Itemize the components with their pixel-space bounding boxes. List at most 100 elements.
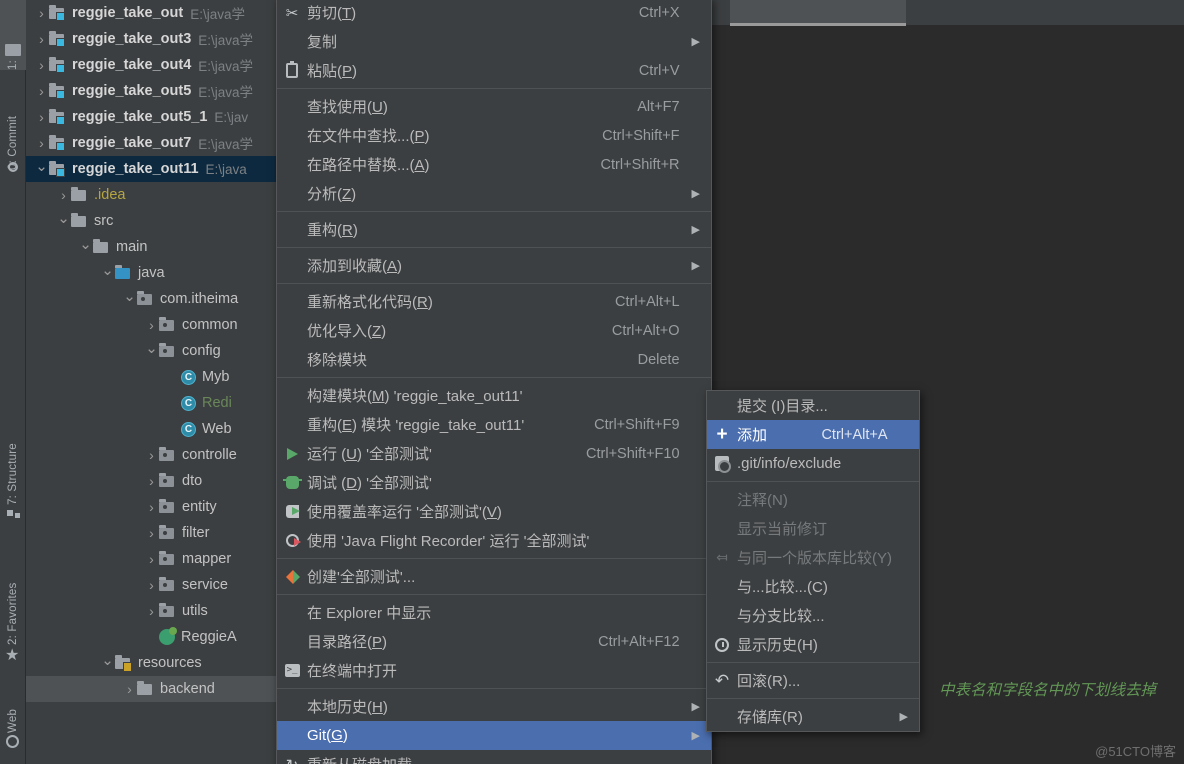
context-menu-item[interactable]: 在 Explorer 中显示▶	[277, 598, 711, 627]
git-submenu-item[interactable]: +添加Ctrl+Alt+A▶	[707, 420, 919, 449]
tree-expand-arrow[interactable]: ›	[144, 474, 159, 489]
tree-expand-arrow[interactable]: ⌄	[100, 263, 115, 281]
tree-expand-arrow[interactable]: ›	[144, 604, 159, 619]
context-menu-item[interactable]: 重构(R) ▶	[277, 215, 711, 244]
tree-expand-arrow[interactable]: ›	[34, 6, 49, 21]
tree-row[interactable]: ⌄ java	[26, 260, 278, 286]
context-menu-item[interactable]: 创建'全部测试'...▶	[277, 562, 711, 591]
context-menu-item[interactable]: 粘贴(P)Ctrl+V▶	[277, 56, 711, 85]
context-menu-item[interactable]: 目录路径(P)Ctrl+Alt+F12▶	[277, 627, 711, 656]
tool-window-strip[interactable]: 1: 项 0: Commit 7: Structure 2: Favorites…	[0, 0, 26, 764]
tree-expand-arrow[interactable]: ›	[144, 552, 159, 567]
menu-separator	[707, 662, 919, 663]
context-menu-item[interactable]: 调试 (D) '全部测试'▶	[277, 468, 711, 497]
tree-row[interactable]: › backend	[26, 676, 278, 702]
tree-row[interactable]: › reggie_take_out7 E:\java学	[26, 130, 278, 156]
context-menu-item[interactable]: 在文件中查找...(P)Ctrl+Shift+F▶	[277, 121, 711, 150]
tree-row[interactable]: ⌄ reggie_take_out11 E:\java	[26, 156, 278, 182]
tree-row[interactable]: ⌄ config	[26, 338, 278, 364]
git-submenu-item[interactable]: 与...比较...(C)▶	[707, 572, 919, 601]
tree-expand-arrow[interactable]: ›	[34, 84, 49, 99]
context-menu-item[interactable]: 重新格式化代码(R)Ctrl+Alt+L▶	[277, 287, 711, 316]
git-submenu-item[interactable]: ↶回滚(R)...▶	[707, 666, 919, 695]
project-tree[interactable]: › reggie_take_out E:\java学 › reggie_take_out…	[26, 0, 278, 764]
tree-expand-arrow[interactable]: ⌄	[122, 289, 137, 307]
tree-row[interactable]: ›CWeb	[26, 416, 278, 442]
sidebar-item-web[interactable]: Web	[0, 685, 26, 733]
git-submenu-item[interactable]: 存储库(R) ▶	[707, 702, 919, 731]
context-menu-item[interactable]: 复制 ▶	[277, 27, 711, 56]
tree-row[interactable]: ›CRedi	[26, 390, 278, 416]
context-menu[interactable]: ✂ 剪切(T) Ctrl+X ▶ 复制 ▶ 粘贴(P) Ctrl+V ▶ 查找使用(U) Alt+F…	[276, 0, 712, 764]
tree-expand-arrow[interactable]: ›	[144, 526, 159, 541]
tree-row-label: main	[116, 239, 148, 255]
tree-expand-arrow[interactable]: ⌄	[78, 237, 93, 255]
tree-expand-arrow[interactable]: ›	[56, 188, 71, 203]
git-submenu-item[interactable]: 提交 (I)目录...▶	[707, 391, 919, 420]
tree-expand-arrow[interactable]: ›	[144, 500, 159, 515]
tree-row[interactable]: › entity	[26, 494, 278, 520]
context-menu-item[interactable]: 移除模块Delete▶	[277, 345, 711, 374]
tree-expand-arrow[interactable]: ⌄	[144, 341, 159, 359]
context-menu-item[interactable]: ✂剪切(T)Ctrl+X▶	[277, 0, 711, 27]
context-menu-item[interactable]: 使用 'Java Flight Recorder' 运行 '全部测试'▶	[277, 526, 711, 555]
tree-expand-arrow[interactable]: ›	[34, 110, 49, 125]
tree-row[interactable]: › reggie_take_out5_1 E:\jav	[26, 104, 278, 130]
git-submenu-item[interactable]: 与分支比较...▶	[707, 601, 919, 630]
tree-row[interactable]: › reggie_take_out4 E:\java学	[26, 52, 278, 78]
context-menu-item[interactable]: 运行 (U) '全部测试'Ctrl+Shift+F10▶	[277, 439, 711, 468]
context-menu-item[interactable]: >_在终端中打开▶	[277, 656, 711, 685]
tree-row[interactable]: › reggie_take_out3 E:\java学	[26, 26, 278, 52]
tree-row[interactable]: ⌄ src	[26, 208, 278, 234]
tree-row[interactable]: ›ReggieA	[26, 624, 278, 650]
git-submenu-item[interactable]: .git/info/exclude▶	[707, 449, 919, 478]
context-menu-item[interactable]: 分析(Z) ▶	[277, 179, 711, 208]
tree-expand-arrow[interactable]: ›	[34, 58, 49, 73]
context-menu-item[interactable]: 构建模块(M) 'reggie_take_out11'▶	[277, 381, 711, 410]
tree-row[interactable]: › utils	[26, 598, 278, 624]
editor-tab-active[interactable]	[730, 0, 906, 26]
tree-row[interactable]: ›CMyb	[26, 364, 278, 390]
sidebar-item-favorites[interactable]: 2: Favorites	[0, 540, 26, 645]
context-menu-item[interactable]: 在路径中替换...(A)Ctrl+Shift+R▶	[277, 150, 711, 179]
tree-expand-arrow[interactable]: ›	[34, 136, 49, 151]
tree-row[interactable]: › reggie_take_out E:\java学	[26, 0, 278, 26]
menu-separator	[707, 698, 919, 699]
tree-row[interactable]: ⌄ resources	[26, 650, 278, 676]
context-menu-item[interactable]: ↻重新从磁盘加载▶	[277, 750, 711, 764]
sidebar-item-structure[interactable]: 7: Structure	[0, 400, 26, 505]
commit-icon	[8, 162, 18, 172]
tree-row[interactable]: › filter	[26, 520, 278, 546]
tree-row[interactable]: › service	[26, 572, 278, 598]
tree-row[interactable]: › controlle	[26, 442, 278, 468]
tree-row[interactable]: ⌄ com.itheima	[26, 286, 278, 312]
tree-expand-arrow[interactable]: ›	[34, 32, 49, 47]
tree-row[interactable]: › dto	[26, 468, 278, 494]
git-submenu-item[interactable]: 显示历史(H)▶	[707, 630, 919, 659]
menu-item-label: 提交 (I)目录...	[737, 398, 828, 415]
tree-expand-arrow[interactable]: ›	[144, 318, 159, 333]
context-menu-item[interactable]: 添加到收藏(A) ▶	[277, 251, 711, 280]
tree-row[interactable]: › .idea	[26, 182, 278, 208]
context-menu-item[interactable]: 使用覆盖率运行 '全部测试'(V)▶	[277, 497, 711, 526]
tree-expand-arrow[interactable]: ›	[122, 682, 137, 697]
tree-row[interactable]: › common	[26, 312, 278, 338]
context-menu-item[interactable]: 查找使用(U)Alt+F7▶	[277, 92, 711, 121]
git-submenu[interactable]: 提交 (I)目录...▶ + 添加 Ctrl+Alt+A ▶ .git/info/excl…	[706, 390, 920, 732]
sidebar-item-project[interactable]: 1: 项	[0, 0, 26, 70]
tree-expand-arrow[interactable]: ⌄	[100, 653, 115, 671]
context-menu-item[interactable]: 优化导入(Z)Ctrl+Alt+O▶	[277, 316, 711, 345]
favorites-tab-label: 2: Favorites	[7, 582, 19, 645]
tree-expand-arrow[interactable]: ⌄	[56, 211, 71, 229]
tree-row[interactable]: › mapper	[26, 546, 278, 572]
menu-item-label: 分析(Z)	[307, 186, 357, 203]
tree-expand-arrow[interactable]: ⌄	[34, 159, 49, 177]
sidebar-item-commit[interactable]: 0: Commit	[0, 80, 26, 170]
context-menu-item[interactable]: Git(G) ▶	[277, 721, 711, 750]
tree-expand-arrow[interactable]: ›	[144, 578, 159, 593]
tree-row[interactable]: ⌄ main	[26, 234, 278, 260]
context-menu-item[interactable]: 重构(E) 模块 'reggie_take_out11' Ctrl+Shift+F…	[277, 410, 711, 439]
tree-row[interactable]: › reggie_take_out5 E:\java学	[26, 78, 278, 104]
context-menu-item[interactable]: 本地历史(H) ▶	[277, 692, 711, 721]
tree-expand-arrow[interactable]: ›	[144, 448, 159, 463]
